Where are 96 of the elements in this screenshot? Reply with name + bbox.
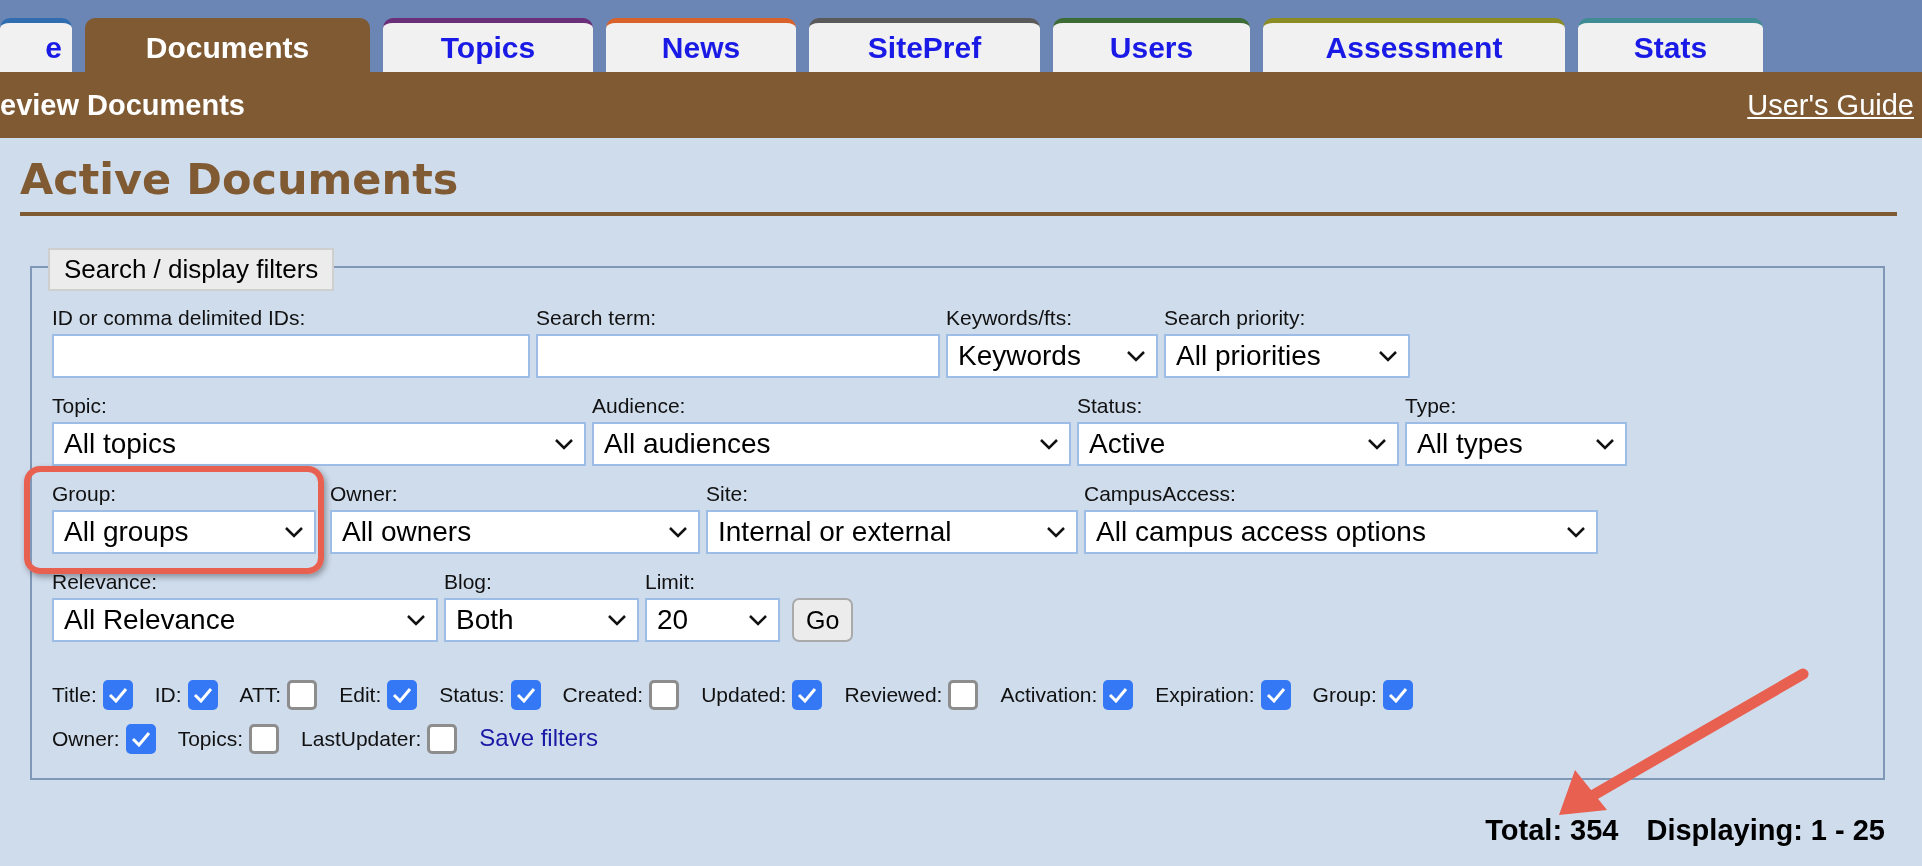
checkbox-label: Updated: (701, 683, 787, 707)
chevron-down-icon (1039, 438, 1059, 450)
checkbox[interactable] (510, 680, 541, 710)
checkmark-icon (192, 687, 213, 703)
dropdown[interactable]: All priorities (1164, 334, 1410, 378)
dropdown[interactable]: Active (1077, 422, 1399, 466)
chevron-down-icon (1595, 438, 1615, 450)
field-label: Search priority: (1164, 306, 1307, 330)
nav-tab[interactable]: News (606, 18, 796, 72)
dropdown[interactable]: Both (444, 598, 639, 642)
dropdown[interactable]: All campus access options (1084, 510, 1598, 554)
field-label: Search term: (536, 306, 658, 330)
page-section-title: eview Documents (0, 88, 245, 122)
chevron-down-icon (748, 614, 768, 626)
checkbox[interactable] (1260, 680, 1291, 710)
checkbox-label: Status: (439, 683, 505, 707)
go-button[interactable]: Go (792, 598, 854, 642)
checkbox[interactable] (649, 680, 680, 710)
field-label: Relevance: (52, 570, 159, 594)
chevron-down-icon (1046, 526, 1066, 538)
checkbox[interactable] (1103, 680, 1134, 710)
field-label: Site: (706, 482, 750, 506)
chevron-down-icon (1367, 438, 1387, 450)
nav-tab[interactable]: SitePref (809, 18, 1040, 72)
chevron-down-icon (284, 526, 304, 538)
field-label: ID or comma delimited IDs: (52, 306, 307, 330)
field-label: Audience: (592, 394, 687, 418)
checkbox-label: Group: (1312, 683, 1377, 707)
dropdown[interactable]: 20 (645, 598, 780, 642)
dropdown[interactable]: Internal or external (706, 510, 1078, 554)
dropdown[interactable]: All Relevance (52, 598, 438, 642)
chevron-down-icon (554, 438, 574, 450)
checkbox-label: Expiration: (1155, 683, 1255, 707)
checkbox[interactable] (387, 680, 418, 710)
checkbox-label: LastUpdater: (301, 727, 422, 751)
checkbox-label: Activation: (1000, 683, 1098, 707)
chevron-down-icon (1378, 350, 1398, 362)
checkbox[interactable] (792, 680, 823, 710)
checkbox[interactable] (187, 680, 218, 710)
chevron-down-icon (406, 614, 426, 626)
field-label: CampusAccess: (1084, 482, 1237, 506)
field-label: Topic: (52, 394, 108, 418)
checkmark-icon (1108, 687, 1129, 703)
checkbox[interactable] (102, 680, 133, 710)
checkbox[interactable] (125, 724, 156, 754)
field-label: Group: (52, 482, 118, 506)
field-label: Owner: (330, 482, 399, 506)
checkmark-icon (130, 731, 151, 747)
checkbox[interactable] (249, 724, 280, 754)
dropdown[interactable]: All groups (52, 510, 316, 554)
field-label: Status: (1077, 394, 1144, 418)
dropdown[interactable]: Keywords (946, 334, 1158, 378)
checkbox-label: ID: (154, 683, 182, 707)
checkbox-label: Topics: (177, 727, 244, 751)
nav-tab[interactable]: Stats (1578, 18, 1763, 72)
checkbox[interactable] (287, 680, 318, 710)
total-count: Total: 354 (1485, 814, 1619, 847)
dropdown[interactable]: All owners (330, 510, 700, 554)
checkbox-label: ATT: (239, 683, 282, 707)
checkmark-icon (392, 687, 413, 703)
checkbox-label: Owner: (52, 727, 120, 751)
nav-tab[interactable]: Topics (383, 18, 593, 72)
save-filters-link[interactable]: Save filters (479, 724, 598, 754)
checkbox[interactable] (427, 724, 458, 754)
displaying-range: Displaying: 1 - 25 (1646, 814, 1885, 847)
dropdown[interactable]: All audiences (592, 422, 1071, 466)
text-input[interactable] (52, 334, 530, 378)
checkbox-label: Title: (52, 683, 97, 707)
nav-tab[interactable]: Documents (85, 18, 370, 72)
chevron-down-icon (668, 526, 688, 538)
text-input[interactable] (536, 334, 940, 378)
checkmark-icon (1265, 687, 1286, 703)
checkmark-icon (1387, 687, 1408, 703)
checkbox-label: Edit: (339, 683, 382, 707)
checkbox-label: Reviewed: (844, 683, 943, 707)
checkmark-icon (797, 687, 818, 703)
nav-tab[interactable]: Assessment (1263, 18, 1565, 72)
filters-legend: Search / display filters (48, 248, 335, 291)
field-label: Blog: (444, 570, 493, 594)
nav-tab[interactable]: Users (1053, 18, 1250, 72)
dropdown[interactable]: All topics (52, 422, 586, 466)
chevron-down-icon (607, 614, 627, 626)
checkbox[interactable] (1382, 680, 1413, 710)
checkmark-icon (107, 687, 128, 703)
page-heading: Active Documents (20, 144, 1897, 216)
users-guide-link[interactable]: User's Guide (1747, 88, 1914, 122)
field-label: Keywords/fts: (946, 306, 1074, 330)
nav-tab[interactable]: e (0, 18, 72, 72)
checkbox[interactable] (948, 680, 979, 710)
chevron-down-icon (1126, 350, 1146, 362)
field-label: Type: (1405, 394, 1458, 418)
field-label: Limit: (645, 570, 697, 594)
checkbox-label: Created: (562, 683, 644, 707)
checkmark-icon (515, 687, 536, 703)
dropdown[interactable]: All types (1405, 422, 1627, 466)
chevron-down-icon (1566, 526, 1586, 538)
